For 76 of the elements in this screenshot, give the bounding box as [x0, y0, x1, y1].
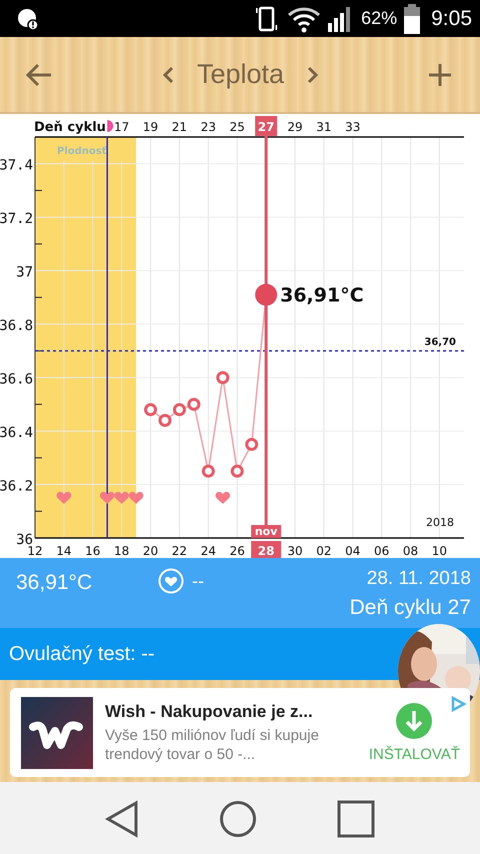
axis-tick-label: 36.8 — [0, 318, 33, 334]
axis-tick-label: 31 — [316, 120, 332, 134]
temperature-value: 36,91°C — [16, 570, 94, 595]
year-label: 2018 — [426, 516, 454, 529]
axis-title: Deň cyklu — [34, 120, 106, 135]
ad-card[interactable]: Wish - Nakupovanie je z... Vyše 150 miliónov ľudí si kupuje trendový tovar o 50 -... INŠTALOVAŤ — [10, 688, 470, 777]
add-icon[interactable] — [428, 62, 452, 86]
axis-tick-label: 25 — [230, 120, 245, 134]
screen-title: Teplota — [196, 59, 284, 90]
axis-tick-label: 20 — [142, 544, 158, 558]
axis-tick-label: 33 — [345, 120, 360, 134]
axis-tick-label: 10 — [432, 544, 448, 558]
ovulation-test-text: Ovulačný test: -- — [9, 642, 155, 666]
logo-icon — [21, 696, 93, 768]
heart-icon — [216, 492, 230, 504]
clock: 9:05 — [431, 6, 472, 30]
date-text: 28. 11. 2018 — [366, 568, 471, 590]
download-icon — [395, 702, 434, 740]
axis-tick-label: 18 — [114, 544, 130, 558]
data-point — [172, 403, 186, 416]
data-point — [216, 371, 230, 384]
selected-date: 28 — [251, 541, 282, 558]
data-point — [158, 414, 172, 427]
month-label: nov — [251, 525, 282, 538]
cycle-day-text: Deň cyklu 27 — [350, 596, 471, 620]
selected-value-label: 36,91°C — [280, 284, 364, 307]
battery-percent: 62% — [361, 8, 398, 29]
battery-icon — [403, 4, 422, 34]
axis-tick-label: 17 — [114, 120, 130, 134]
data-point — [187, 398, 200, 411]
data-point — [230, 464, 244, 478]
wifi-icon — [287, 4, 322, 32]
axis-tick-label: 08 — [402, 544, 418, 558]
recents-icon[interactable] — [337, 800, 375, 838]
intercourse-value: -- — [192, 570, 204, 592]
ad-description: Vyše 150 miliónov ľudí si kupuje trendový tovar o 50 -... — [105, 726, 320, 764]
next-icon[interactable] — [306, 64, 320, 84]
axis-tick-label: 26 — [230, 544, 245, 558]
axis-tick-label: 36.6 — [0, 372, 33, 388]
back-arrow-icon[interactable] — [25, 62, 53, 86]
heart-icon — [56, 492, 72, 504]
axis-tick-label: 19 — [142, 120, 158, 134]
axis-tick-label: 29 — [287, 120, 303, 134]
data-point — [144, 403, 158, 416]
axis-tick-label: 14 — [56, 544, 72, 558]
axis-tick-label: 12 — [27, 544, 43, 558]
data-point — [245, 438, 258, 451]
axis-tick-label: 23 — [200, 120, 216, 134]
axis-tick-label: 22 — [172, 544, 188, 558]
axis-tick-label: 37.4 — [0, 158, 33, 174]
axis-tick-label: 06 — [374, 544, 390, 558]
axis-tick-label: 36.4 — [0, 425, 33, 442]
axis-tick-label: 37.2 — [0, 211, 33, 228]
back-icon[interactable] — [105, 800, 139, 838]
heart-icon — [100, 492, 114, 504]
data-point — [202, 464, 215, 478]
axis-tick-label: 04 — [345, 544, 360, 558]
selected-point — [255, 284, 278, 306]
x-tick-label: 28 — [258, 544, 274, 558]
heart-icon — [128, 492, 144, 504]
axis-tick-label: 24 — [200, 544, 216, 558]
selected-cycle-day: 27 — [255, 116, 278, 136]
axis-tick-label: 36.2 — [0, 478, 33, 495]
axis-tick-label: 37 — [16, 264, 33, 281]
axis-tick-label: 02 — [316, 544, 332, 558]
notification-icon — [16, 6, 40, 30]
cover-line-label: 36,70 — [424, 336, 456, 348]
home-icon[interactable] — [219, 800, 257, 838]
ovulation-marker-icon — [107, 120, 114, 132]
ad-title: Wish - Nakupovanie je z... — [105, 702, 314, 722]
axis-tick-label: 16 — [85, 544, 100, 558]
fertile-window-label: Plodnosť — [57, 146, 107, 157]
axis-tick-label: 21 — [172, 120, 188, 134]
previous-icon[interactable] — [160, 64, 175, 84]
axis-tick-label: 30 — [287, 544, 303, 558]
heart-icon — [114, 492, 129, 504]
